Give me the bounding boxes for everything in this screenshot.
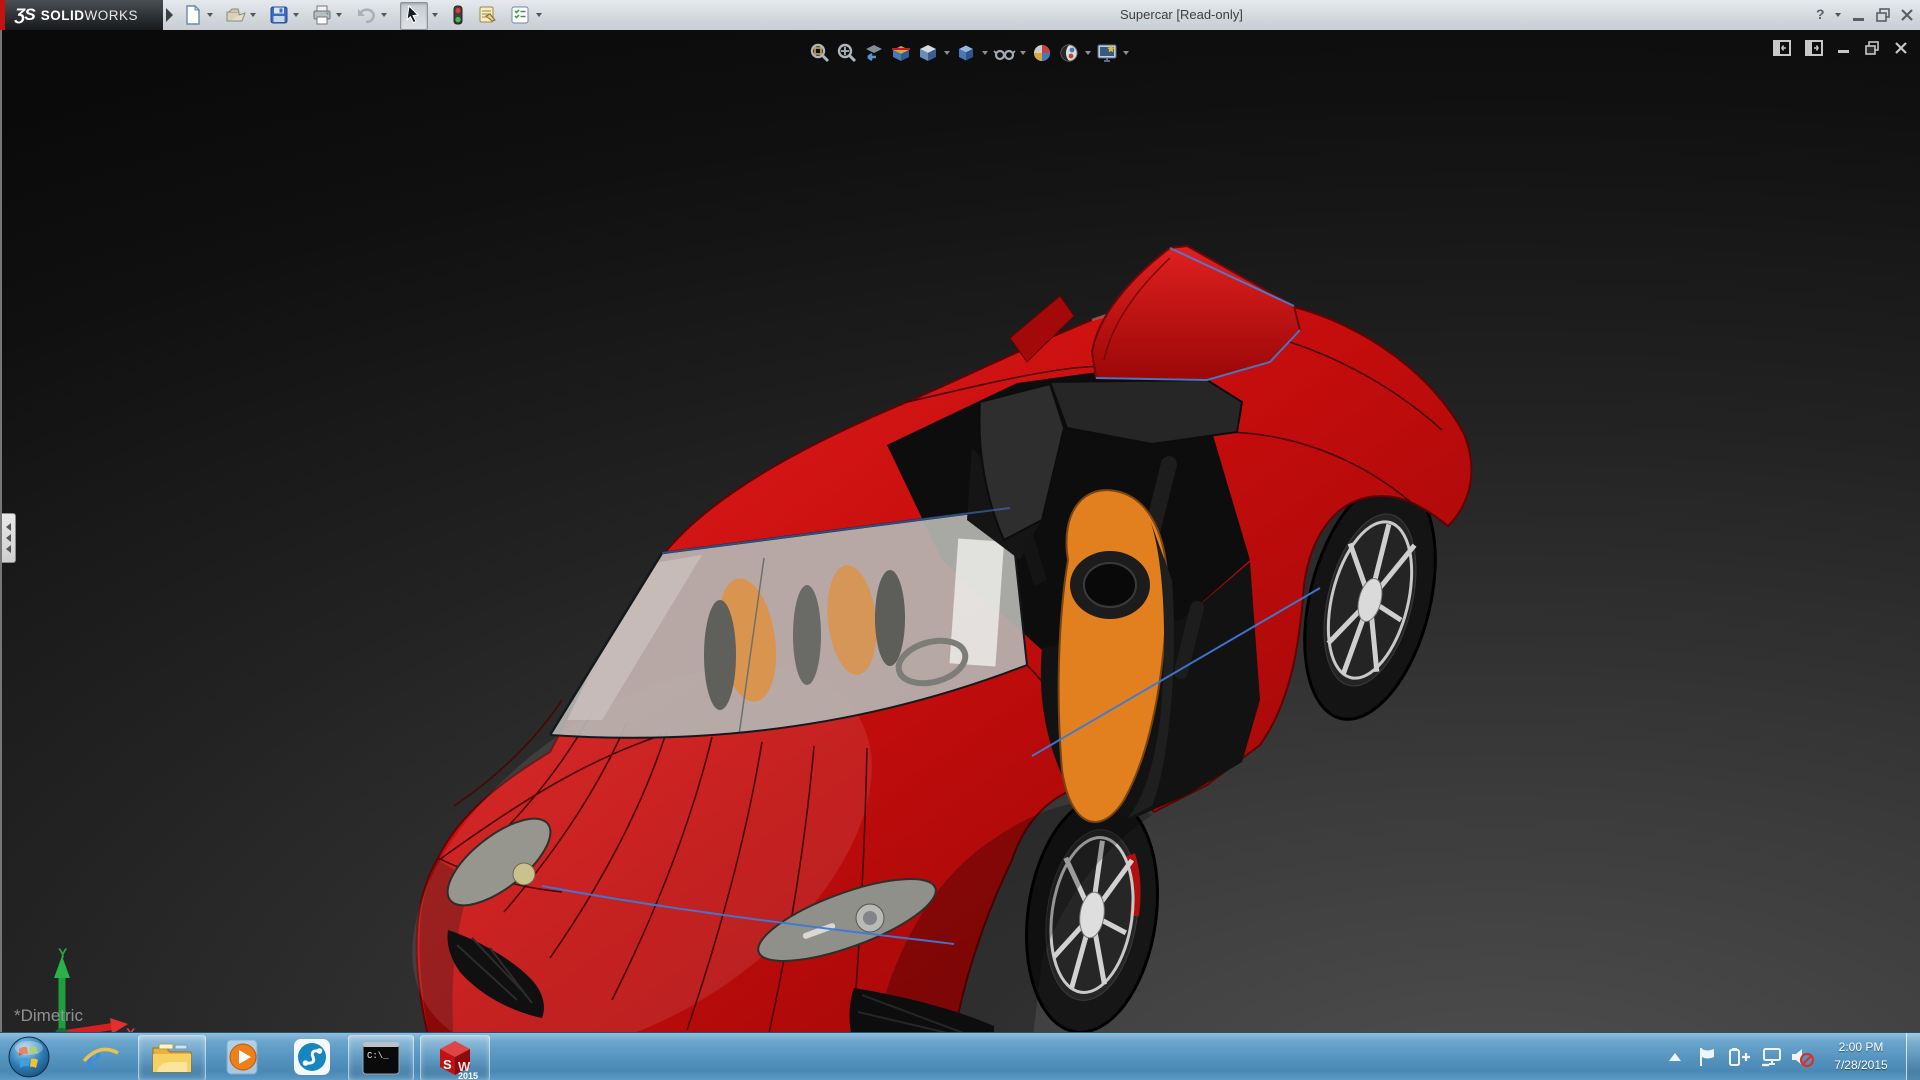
help-dropdown-icon[interactable]	[1835, 13, 1841, 17]
solidworks-2015-icon: S W 2015	[432, 1037, 478, 1079]
save-icon[interactable]	[269, 5, 289, 25]
zoom-to-area-icon[interactable]	[835, 41, 859, 65]
help-icon[interactable]: ?	[1816, 6, 1825, 22]
previous-view-icon[interactable]	[862, 41, 886, 65]
zoom-to-fit-icon[interactable]	[808, 41, 832, 65]
options-dropdown-icon[interactable]	[536, 13, 542, 17]
display-style-icon[interactable]	[954, 41, 978, 65]
taskbar-internet-explorer[interactable]: e	[74, 1035, 126, 1079]
taskbar-solidworks[interactable]: S W 2015	[420, 1035, 490, 1080]
volume-button[interactable]	[1790, 1033, 1818, 1080]
taskbar-media-player[interactable]	[216, 1035, 272, 1079]
heads-up-view-toolbar	[808, 41, 1130, 65]
clock-time: 2:00 PM	[1818, 1038, 1904, 1056]
network-icon	[1760, 1047, 1784, 1067]
show-hidden-icons-button[interactable]	[1668, 1033, 1688, 1080]
window-restore-icon[interactable]	[1876, 8, 1891, 23]
view-orientation-label: *Dimetric	[14, 1006, 83, 1026]
file-properties-icon[interactable]	[477, 5, 497, 25]
window-minimize-icon[interactable]	[1852, 9, 1866, 23]
window-title: Supercar [Read-only]	[1120, 7, 1243, 22]
new-dropdown-icon[interactable]	[207, 13, 213, 17]
undo-icon[interactable]	[356, 5, 376, 25]
media-player-icon	[224, 1037, 264, 1077]
rebuild-traffic-light-icon[interactable]	[448, 5, 468, 25]
view-settings-dropdown-icon[interactable]	[1122, 41, 1130, 65]
new-document-icon[interactable]	[183, 5, 203, 25]
show-hidden-icons-icon	[1668, 1052, 1682, 1062]
volume-muted-icon	[1790, 1046, 1814, 1068]
select-tool-button[interactable]	[400, 2, 428, 30]
taskbar-connect-app[interactable]	[284, 1035, 340, 1079]
graphics-area[interactable]: Y X *Dimetric	[0, 30, 1920, 1032]
panel-expand-tab[interactable]	[2, 513, 16, 563]
action-center-button[interactable]	[1698, 1033, 1722, 1080]
select-arrow-icon	[401, 3, 425, 27]
split-pane-right-icon[interactable]	[1805, 40, 1823, 56]
clock-date: 7/28/2015	[1818, 1056, 1904, 1074]
view-orientation-dropdown-icon[interactable]	[943, 41, 951, 65]
taskbar-command-prompt[interactable]: C:\_	[348, 1035, 414, 1080]
solidworks-logo: ƷS SOLIDWORKS	[5, 0, 163, 30]
select-dropdown-icon[interactable]	[432, 13, 438, 17]
open-dropdown-icon[interactable]	[250, 13, 256, 17]
triad-y-label: Y	[58, 946, 68, 961]
section-view-icon[interactable]	[889, 41, 913, 65]
apply-scene-dropdown-icon[interactable]	[1084, 41, 1092, 65]
internet-explorer-icon: e	[80, 1037, 120, 1077]
title-bar: ƷS SOLIDWORKS Supercar [Read-only] ?	[0, 0, 1920, 31]
dassault-3ds-glyph: ƷS	[15, 5, 35, 25]
undo-dropdown-icon[interactable]	[381, 13, 387, 17]
view-orientation-icon[interactable]	[916, 41, 940, 65]
svg-text:2015: 2015	[458, 1071, 478, 1079]
apply-scene-icon[interactable]	[1057, 41, 1081, 65]
taskbar-windows-explorer[interactable]	[138, 1035, 206, 1080]
windows-start-orb-icon	[8, 1036, 50, 1078]
split-pane-left-icon[interactable]	[1773, 40, 1791, 56]
network-status-button[interactable]	[1760, 1033, 1788, 1080]
window-close-icon[interactable]	[1900, 8, 1914, 22]
doc-close-icon[interactable]	[1894, 41, 1908, 55]
solidworks-window: ƷS SOLIDWORKS Supercar [Read-only] ?	[0, 0, 1920, 1080]
power-status-button[interactable]	[1728, 1033, 1756, 1080]
svg-text:C:\_: C:\_	[367, 1051, 389, 1061]
print-icon[interactable]	[312, 5, 332, 25]
hide-show-dropdown-icon[interactable]	[1019, 41, 1027, 65]
power-plug-icon	[1728, 1047, 1752, 1067]
hide-show-items-icon[interactable]	[992, 41, 1016, 65]
doc-minimize-icon[interactable]	[1837, 41, 1851, 55]
svg-text:S: S	[443, 1057, 452, 1072]
document-window-controls	[1773, 40, 1908, 56]
brand-works-text: WORKS	[85, 8, 139, 23]
menu-expand-arrow-icon[interactable]	[166, 8, 173, 22]
display-style-dropdown-icon[interactable]	[981, 41, 989, 65]
supercar-model	[2, 30, 1920, 1032]
save-dropdown-icon[interactable]	[293, 13, 299, 17]
flag-icon	[1698, 1047, 1716, 1067]
view-settings-icon[interactable]	[1095, 41, 1119, 65]
edit-appearance-icon[interactable]	[1030, 41, 1054, 65]
brand-solid-text: SOLID	[41, 8, 85, 23]
open-icon[interactable]	[226, 5, 246, 25]
connect-app-icon	[293, 1038, 331, 1076]
triad-x-label: X	[126, 1025, 136, 1032]
doc-restore-icon[interactable]	[1865, 41, 1880, 56]
options-icon[interactable]	[510, 5, 530, 25]
folder-icon	[151, 1040, 193, 1076]
print-dropdown-icon[interactable]	[336, 13, 342, 17]
start-button[interactable]	[6, 1035, 52, 1079]
command-prompt-icon: C:\_	[361, 1040, 401, 1076]
show-desktop-button[interactable]	[1906, 1033, 1920, 1080]
orange-seat	[1059, 490, 1174, 822]
windows-taskbar: e	[0, 1032, 1920, 1080]
taskbar-clock[interactable]: 2:00 PM 7/28/2015	[1818, 1038, 1904, 1074]
